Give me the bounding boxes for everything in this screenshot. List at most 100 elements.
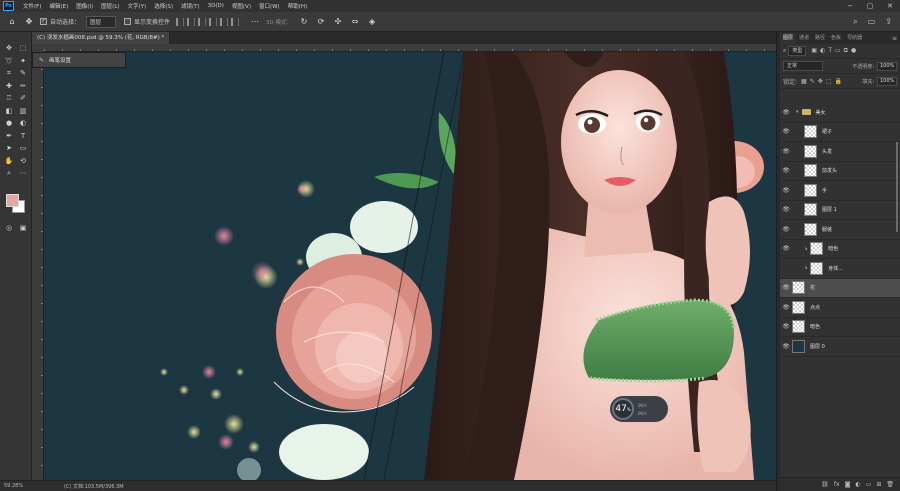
share-icon[interactable]: ⇪ (885, 17, 892, 27)
visibility-eye-icon[interactable]: 👁 (780, 304, 792, 311)
3d-scale-icon[interactable]: ◈ (366, 16, 378, 28)
more-tools-icon[interactable]: ⋯ (16, 167, 30, 180)
pen-tool-icon[interactable]: ✒ (2, 130, 16, 143)
zoom-tool-icon[interactable]: ⌕ (2, 167, 16, 180)
show-transform-checkbox[interactable]: 显示变换控件 (124, 17, 170, 26)
auto-select-dropdown[interactable]: 图层 (86, 15, 117, 28)
layer-body-clip[interactable]: ↳ 身体... (780, 259, 900, 279)
vertical-ruler[interactable] (32, 52, 44, 480)
layer-clothing[interactable]: 👁 服装 (780, 220, 900, 240)
add-mask-icon[interactable]: ◙ (845, 481, 851, 488)
lock-transparent-icon[interactable]: ▦ (801, 78, 807, 85)
align-right-icon[interactable] (198, 17, 207, 26)
close-button[interactable]: ✕ (880, 2, 900, 10)
menu-layer[interactable]: 图层(L) (97, 2, 123, 10)
layer-layer-0[interactable]: 👁 图层 0 (780, 337, 900, 357)
align-left-icon[interactable] (176, 17, 185, 26)
delete-layer-icon[interactable]: 🗑 (886, 481, 894, 488)
filter-toggle-icon[interactable]: ● (851, 47, 856, 55)
blur-tool-icon[interactable]: ● (2, 117, 16, 130)
menu-select[interactable]: 选择(S) (150, 2, 177, 10)
new-group-icon[interactable]: ▭ (866, 481, 872, 488)
maximize-button[interactable]: ▢ (860, 2, 880, 10)
chevron-down-icon[interactable]: ▾ (796, 109, 799, 115)
menu-edit[interactable]: 编辑(E) (45, 2, 72, 10)
menu-help[interactable]: 帮助(H) (284, 2, 311, 10)
visibility-eye-icon[interactable]: 👁 (780, 206, 792, 213)
filter-type-select[interactable]: 类型 (788, 46, 807, 56)
layer-flower[interactable]: 👁 花 (780, 278, 900, 298)
hand-tool-icon[interactable]: ✋ (2, 155, 16, 168)
document-canvas[interactable] (44, 52, 776, 480)
lasso-tool-icon[interactable]: ➰ (2, 55, 16, 68)
foreground-color-swatch[interactable] (6, 194, 19, 207)
layer-group-beauty[interactable]: 👁 ▾ 美女 (780, 103, 900, 123)
visibility-eye-icon[interactable]: 👁 (780, 343, 792, 350)
healing-tool-icon[interactable]: ✚ (2, 80, 16, 93)
crop-tool-icon[interactable]: ⌗ (2, 67, 16, 80)
gradient-tool-icon[interactable]: ▥ (16, 105, 30, 118)
tab-channels[interactable]: 通道 (796, 33, 812, 44)
filter-adjust-icon[interactable]: ◐ (820, 47, 825, 55)
align-center-icon[interactable] (187, 17, 196, 26)
eraser-tool-icon[interactable]: ◧ (2, 105, 16, 118)
menu-view[interactable]: 视图(V) (228, 2, 255, 10)
layers-list[interactable]: 👁 ▾ 美女 👁 裙子 👁 头发 👁 前发头 👁 手 👁 图层 1 👁 服装 👁… (780, 103, 900, 471)
menu-filter[interactable]: 滤镜(T) (177, 2, 204, 10)
brush-tool-icon[interactable]: ✏ (16, 80, 30, 93)
opacity-input[interactable]: 100% (877, 61, 897, 71)
visibility-eye-icon[interactable]: 👁 (780, 148, 792, 155)
layer-hair[interactable]: 👁 头发 (780, 142, 900, 162)
align-bottom-icon[interactable] (231, 17, 240, 26)
auto-select-checkbox[interactable]: ✓ 自动选择： (40, 17, 80, 26)
dodge-tool-icon[interactable]: ◐ (16, 117, 30, 130)
move-tool-icon[interactable]: ✥ (23, 16, 35, 28)
adjustment-layer-icon[interactable]: ◐ (855, 481, 860, 488)
path-select-icon[interactable]: ➤ (2, 142, 16, 155)
layer-layer-1[interactable]: 👁 图层 1 (780, 201, 900, 220)
visibility-eye-icon[interactable]: 👁 (780, 128, 792, 135)
new-layer-icon[interactable]: ⊞ (876, 481, 881, 488)
lock-artboard-icon[interactable]: ⬚ (826, 78, 832, 85)
menu-3d[interactable]: 3D(D) (204, 3, 228, 9)
layer-dark[interactable]: 👁 暗色 (780, 318, 900, 337)
shape-tool-icon[interactable]: ▭ (16, 142, 30, 155)
visibility-eye-icon[interactable]: 👁 (780, 226, 792, 233)
layer-skirt[interactable]: 👁 裙子 (780, 123, 900, 142)
lock-move-icon[interactable]: ✥ (818, 78, 823, 85)
menu-image[interactable]: 图像(I) (72, 2, 97, 10)
zoom-level[interactable]: 59.28% (0, 483, 30, 489)
tab-navigator[interactable]: 导航器 (844, 33, 865, 44)
visibility-eye-icon[interactable]: 👁 (780, 245, 792, 252)
history-brush-icon[interactable]: ✐ (16, 92, 30, 105)
visibility-eye-icon[interactable]: 👁 (780, 109, 792, 116)
tab-layers[interactable]: 图层 (780, 33, 797, 44)
visibility-eye-icon[interactable]: 👁 (780, 187, 792, 194)
link-layers-icon[interactable]: ⛓ (821, 481, 829, 488)
3d-pan-icon[interactable]: ✣ (332, 16, 344, 28)
lock-all-icon[interactable]: 🔒 (834, 78, 841, 85)
layer-front-hair[interactable]: 👁 前发头 (780, 162, 900, 181)
3d-slide-icon[interactable]: ⇔ (349, 16, 361, 28)
minimize-button[interactable]: − (840, 2, 860, 10)
stamp-tool-icon[interactable]: ♖ (2, 92, 16, 105)
filter-shape-icon[interactable]: ▭ (835, 47, 841, 55)
type-tool-icon[interactable]: T (16, 130, 30, 143)
tab-paths[interactable]: 路径 (812, 33, 828, 44)
eyedropper-tool-icon[interactable]: ✎ (16, 67, 30, 80)
marquee-tool-icon[interactable]: ⬚ (16, 42, 30, 55)
align-top-icon[interactable] (209, 17, 218, 26)
more-options-icon[interactable]: ⋯ (249, 16, 261, 28)
screen-mode-icon[interactable]: ▣ (16, 222, 30, 235)
fill-input[interactable]: 100% (877, 76, 897, 86)
layers-scrollbar[interactable] (896, 142, 898, 232)
filter-type-icon[interactable]: T (828, 47, 832, 55)
home-icon[interactable]: ⌂ (6, 16, 18, 28)
filter-pixel-icon[interactable]: ▣ (811, 47, 817, 55)
lock-brush-icon[interactable]: ✎ (810, 78, 815, 85)
rotate-view-icon[interactable]: ⟲ (16, 155, 30, 168)
layer-hand[interactable]: 👁 手 (780, 181, 900, 201)
fx-icon[interactable]: fx (834, 481, 840, 488)
menu-type[interactable]: 文字(Y) (124, 2, 151, 10)
workspace-icon[interactable]: ▭ (868, 17, 876, 27)
